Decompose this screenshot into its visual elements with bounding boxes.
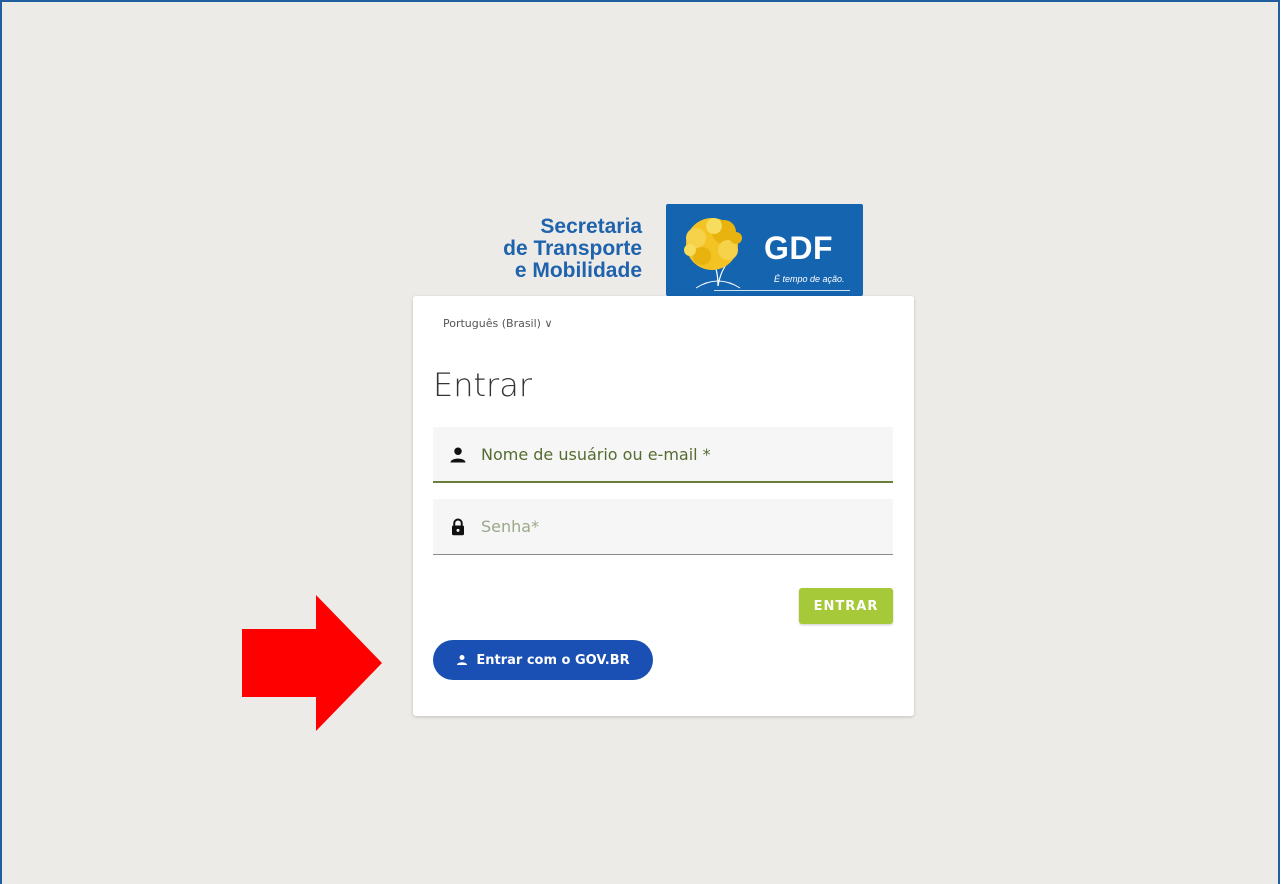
logo-line-3: e Mobilidade bbox=[514, 259, 642, 282]
govbr-login-button[interactable]: Entrar com o GOV.BR bbox=[433, 640, 653, 680]
gdf-wordmark: GDF bbox=[764, 230, 834, 266]
page-frame: Secretaria de Transporte e Mobilidade GD… bbox=[0, 0, 1280, 884]
gdf-slogan: É tempo de ação. bbox=[774, 274, 845, 284]
password-label: Senha* bbox=[481, 517, 540, 536]
govbr-button-label: Entrar com o GOV.BR bbox=[476, 652, 630, 668]
logo-divider bbox=[714, 290, 850, 291]
language-selector[interactable]: Português (Brasil) ∨ bbox=[443, 317, 553, 330]
secretaria-logo-text: Secretaria de Transporte e Mobilidade bbox=[448, 216, 642, 282]
lock-icon bbox=[452, 518, 464, 536]
gdf-logo: GDF É tempo de ação. bbox=[666, 204, 863, 296]
username-label: Nome de usuário ou e-mail * bbox=[481, 445, 711, 464]
logo-line-1: Secretaria bbox=[540, 215, 642, 238]
user-icon bbox=[450, 447, 466, 463]
password-field[interactable]: Senha* bbox=[433, 499, 893, 555]
logo-line-2: de Transporte bbox=[503, 237, 642, 260]
submit-button[interactable]: ENTRAR bbox=[799, 588, 893, 624]
login-card: Português (Brasil) ∨ Entrar Nome de usuá… bbox=[413, 296, 914, 716]
username-field[interactable]: Nome de usuário ou e-mail * bbox=[433, 427, 893, 483]
red-arrow-icon bbox=[242, 595, 382, 731]
page-title: Entrar bbox=[433, 366, 532, 404]
govbr-user-icon bbox=[457, 655, 468, 665]
